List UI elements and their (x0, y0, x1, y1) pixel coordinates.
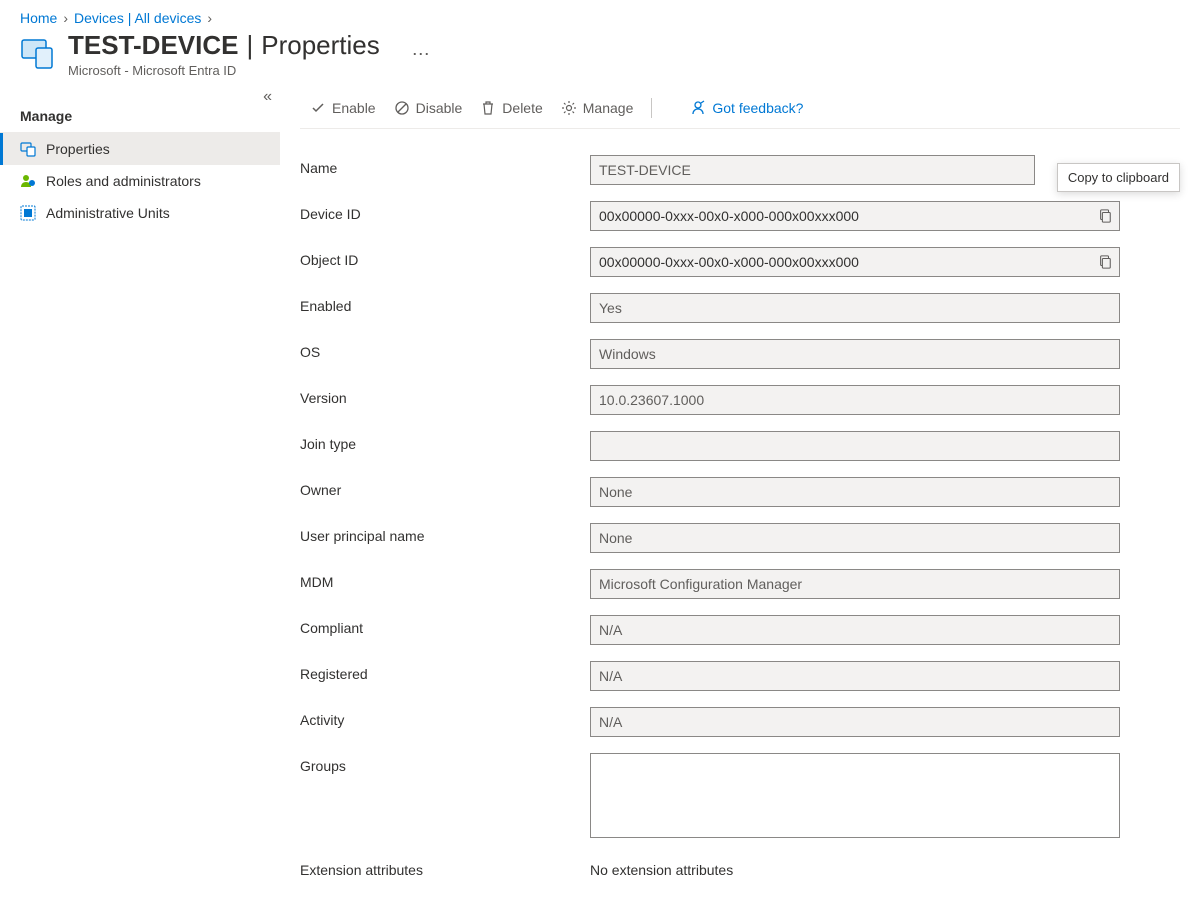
enable-button[interactable]: Enable (310, 100, 376, 116)
breadcrumb-devices[interactable]: Devices | All devices (74, 10, 201, 26)
main-content: Enable Disable Delete Manage Got feedbac… (280, 90, 1200, 894)
label-name: Name (300, 155, 590, 176)
sidebar-section-label: Manage (0, 100, 280, 133)
sidebar-item-label: Properties (46, 141, 110, 157)
label-mdm: MDM (300, 569, 590, 590)
sidebar: « Manage Properties Roles and administra… (0, 90, 280, 894)
label-upn: User principal name (300, 523, 590, 544)
page-section: Properties (261, 30, 380, 61)
label-ext-attrs: Extension attributes (300, 857, 590, 878)
page-title: TEST-DEVICE | Properties (68, 30, 380, 61)
input-upn (590, 523, 1120, 553)
feedback-button[interactable]: Got feedback? (690, 100, 803, 116)
input-activity (590, 707, 1120, 737)
breadcrumb-home[interactable]: Home (20, 10, 57, 26)
delete-button[interactable]: Delete (480, 100, 542, 116)
page-subtitle: Microsoft - Microsoft Entra ID (68, 63, 380, 78)
sidebar-item-label: Roles and administrators (46, 173, 201, 189)
sidebar-item-label: Administrative Units (46, 205, 170, 221)
chevron-right-icon: › (207, 10, 212, 26)
sidebar-item-admin-units[interactable]: Administrative Units (0, 197, 280, 229)
user-role-icon (20, 173, 36, 189)
sidebar-item-properties[interactable]: Properties (0, 133, 280, 165)
monitor-icon (20, 141, 36, 157)
trash-icon (480, 100, 496, 116)
label-owner: Owner (300, 477, 590, 498)
label-groups: Groups (300, 753, 590, 774)
copy-object-id-button[interactable] (1091, 248, 1119, 276)
more-actions-icon[interactable]: ⋯ (412, 44, 430, 65)
label-os: OS (300, 339, 590, 360)
manage-button[interactable]: Manage (561, 100, 634, 116)
copy-icon (1098, 255, 1112, 269)
input-name[interactable] (590, 155, 1035, 185)
breadcrumb: Home › Devices | All devices › (0, 0, 1200, 30)
label-enabled: Enabled (300, 293, 590, 314)
label-join-type: Join type (300, 431, 590, 452)
toolbar: Enable Disable Delete Manage Got feedbac… (300, 90, 1180, 129)
input-enabled (590, 293, 1120, 323)
input-version (590, 385, 1120, 415)
value-ext-attrs: No extension attributes (590, 857, 1120, 878)
disable-button[interactable]: Disable (394, 100, 463, 116)
device-name: TEST-DEVICE (68, 30, 238, 61)
device-icon (20, 36, 56, 72)
input-object-id[interactable] (590, 247, 1120, 277)
chevron-right-icon: › (63, 10, 68, 26)
input-compliant (590, 615, 1120, 645)
collapse-sidebar-icon[interactable]: « (259, 84, 276, 110)
copy-icon (1098, 209, 1112, 223)
label-object-id: Object ID (300, 247, 590, 268)
page-header: TEST-DEVICE | Properties Microsoft - Mic… (0, 30, 1200, 90)
label-compliant: Compliant (300, 615, 590, 636)
admin-units-icon (20, 205, 36, 221)
label-activity: Activity (300, 707, 590, 728)
feedback-icon (690, 100, 706, 116)
label-registered: Registered (300, 661, 590, 682)
input-join-type (590, 431, 1120, 461)
input-device-id[interactable] (590, 201, 1120, 231)
toolbar-separator (651, 98, 652, 118)
label-device-id: Device ID (300, 201, 590, 222)
copy-tooltip: Copy to clipboard (1057, 163, 1180, 192)
input-owner (590, 477, 1120, 507)
checkmark-icon (310, 100, 326, 116)
label-version: Version (300, 385, 590, 406)
properties\-form: Name Device ID Copy to clipboard Object … (300, 129, 1180, 878)
gear-icon (561, 100, 577, 116)
copy-device-id-button[interactable] (1091, 202, 1119, 230)
input-os (590, 339, 1120, 369)
input-registered (590, 661, 1120, 691)
block-icon (394, 100, 410, 116)
input-mdm (590, 569, 1120, 599)
input-groups (590, 753, 1120, 838)
sidebar-item-roles[interactable]: Roles and administrators (0, 165, 280, 197)
